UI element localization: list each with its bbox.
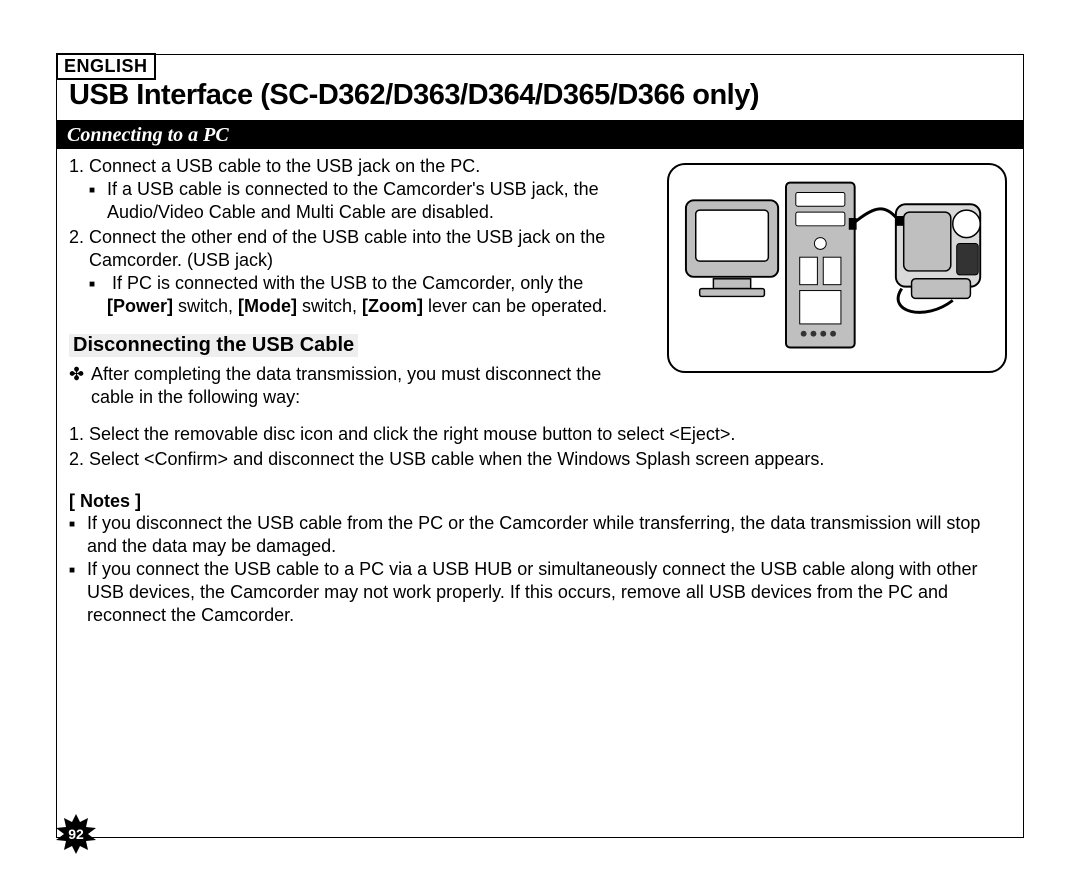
step-1-text: Connect a USB cable to the USB jack on t… bbox=[89, 156, 480, 176]
figure-pc-camcorder-usb bbox=[667, 163, 1007, 373]
body-text: Connect a USB cable to the USB jack on t… bbox=[57, 149, 1023, 628]
disconnect-step-1: Select the removable disc icon and click… bbox=[89, 423, 1011, 446]
disconnect-step-2: Select <Confirm> and disconnect the USB … bbox=[89, 448, 1011, 471]
page-number: 92 bbox=[56, 814, 96, 854]
note-2: If you connect the USB cable to a PC via… bbox=[87, 558, 1011, 627]
power-label: [Power] bbox=[107, 296, 173, 316]
note-1: If you disconnect the USB cable from the… bbox=[87, 512, 1011, 558]
notes-heading: [ Notes ] bbox=[69, 491, 1011, 512]
step-2-text: Connect the other end of the USB cable i… bbox=[89, 227, 605, 270]
subheading-disconnect: Disconnecting the USB Cable bbox=[69, 334, 358, 357]
disconnect-intro: After completing the data transmission, … bbox=[69, 363, 1011, 409]
section-heading-connecting: Connecting to a PC bbox=[57, 122, 1023, 149]
notes-list: If you disconnect the USB cable from the… bbox=[69, 512, 1011, 627]
mode-label: [Mode] bbox=[238, 296, 297, 316]
language-tag: ENGLISH bbox=[56, 53, 156, 80]
manual-page: USB Interface (SC-D362/D363/D364/D365/D3… bbox=[0, 0, 1080, 886]
content-frame: USB Interface (SC-D362/D363/D364/D365/D3… bbox=[56, 54, 1024, 838]
connection-diagram-icon bbox=[669, 165, 1005, 371]
page-title: USB Interface (SC-D362/D363/D364/D365/D3… bbox=[57, 75, 1023, 122]
steps-disconnect: Select the removable disc icon and click… bbox=[69, 423, 1011, 471]
zoom-label: [Zoom] bbox=[362, 296, 423, 316]
